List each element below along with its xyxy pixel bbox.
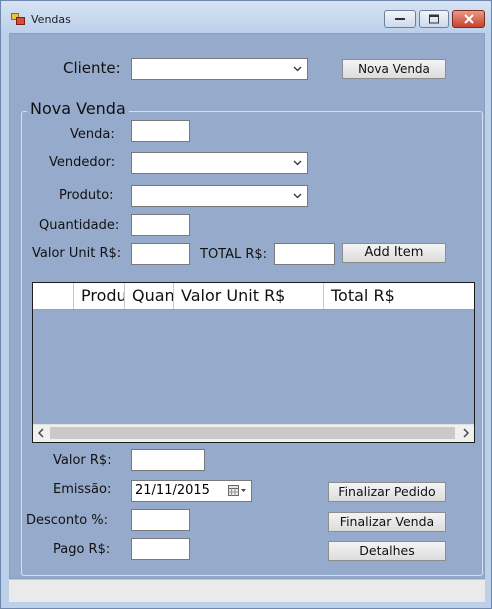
valor-label: Valor R$: (53, 453, 112, 468)
column-header-valor-unit[interactable]: Valor Unit R$ (174, 283, 324, 309)
finalizar-pedido-button[interactable]: Finalizar Pedido (328, 482, 446, 502)
pago-input[interactable] (131, 538, 190, 560)
column-header-produto[interactable]: Produto (74, 283, 125, 309)
groupbox-title: Nova Venda (27, 99, 129, 118)
nova-venda-button[interactable]: Nova Venda (342, 59, 446, 79)
total-input[interactable] (274, 243, 335, 265)
chevron-down-icon (293, 66, 302, 72)
scrollbar-thumb[interactable] (50, 427, 455, 439)
close-button[interactable] (452, 10, 485, 28)
column-header-quantidade[interactable]: Quantidade (125, 283, 174, 309)
chevron-down-icon (293, 193, 302, 199)
title-bar[interactable]: Vendas (1, 1, 491, 33)
add-item-button[interactable]: Add Item (342, 243, 446, 263)
close-icon (463, 14, 474, 24)
column-header-row-selector[interactable] (33, 283, 74, 309)
produto-combobox[interactable] (131, 185, 308, 207)
finalizar-venda-button[interactable]: Finalizar Venda (328, 512, 446, 532)
vendedor-combobox[interactable] (131, 152, 308, 174)
vendedor-label: Vendedor: (49, 155, 116, 170)
valor-input[interactable] (131, 449, 205, 471)
items-datagrid[interactable]: Produto Quantidade Valor Unit R$ Total R… (32, 282, 475, 443)
horizontal-scrollbar[interactable] (33, 424, 474, 442)
scroll-left-icon[interactable] (38, 428, 44, 438)
venda-label: Venda: (70, 127, 115, 142)
valor-unit-label: Valor Unit R$: (32, 246, 122, 261)
emissao-value: 21/11/2015 (135, 483, 210, 498)
chevron-down-icon (293, 160, 302, 166)
emissao-label: Emissão: (53, 482, 112, 497)
maximize-button[interactable] (419, 10, 449, 28)
calendar-icon[interactable] (228, 485, 247, 497)
minimize-button[interactable] (384, 10, 416, 28)
app-form-icon (11, 13, 25, 25)
detalhes-button[interactable]: Detalhes (328, 541, 446, 561)
scroll-right-icon[interactable] (463, 428, 469, 438)
maximize-icon (429, 14, 439, 24)
vendas-window: Vendas Cliente: Nova Venda Nova Venda Ve… (0, 0, 492, 609)
valor-unit-input[interactable] (131, 243, 190, 265)
column-header-total[interactable]: Total R$ (324, 283, 474, 309)
status-strip (9, 579, 485, 602)
produto-label: Produto: (59, 188, 114, 203)
emissao-datepicker[interactable]: 21/11/2015 (131, 480, 252, 502)
minimize-icon (395, 18, 405, 20)
venda-input[interactable] (131, 120, 190, 142)
grid-header: Produto Quantidade Valor Unit R$ Total R… (33, 283, 474, 310)
total-label: TOTAL R$: (200, 247, 268, 262)
pago-label: Pago R$: (53, 542, 111, 557)
quantidade-input[interactable] (131, 214, 190, 236)
desconto-label: Desconto %: (26, 513, 109, 528)
quantidade-label: Quantidade: (39, 218, 120, 233)
window-title: Vendas (31, 13, 71, 26)
desconto-input[interactable] (131, 509, 190, 531)
cliente-combobox[interactable] (131, 58, 308, 80)
cliente-label: Cliente: (63, 59, 121, 77)
